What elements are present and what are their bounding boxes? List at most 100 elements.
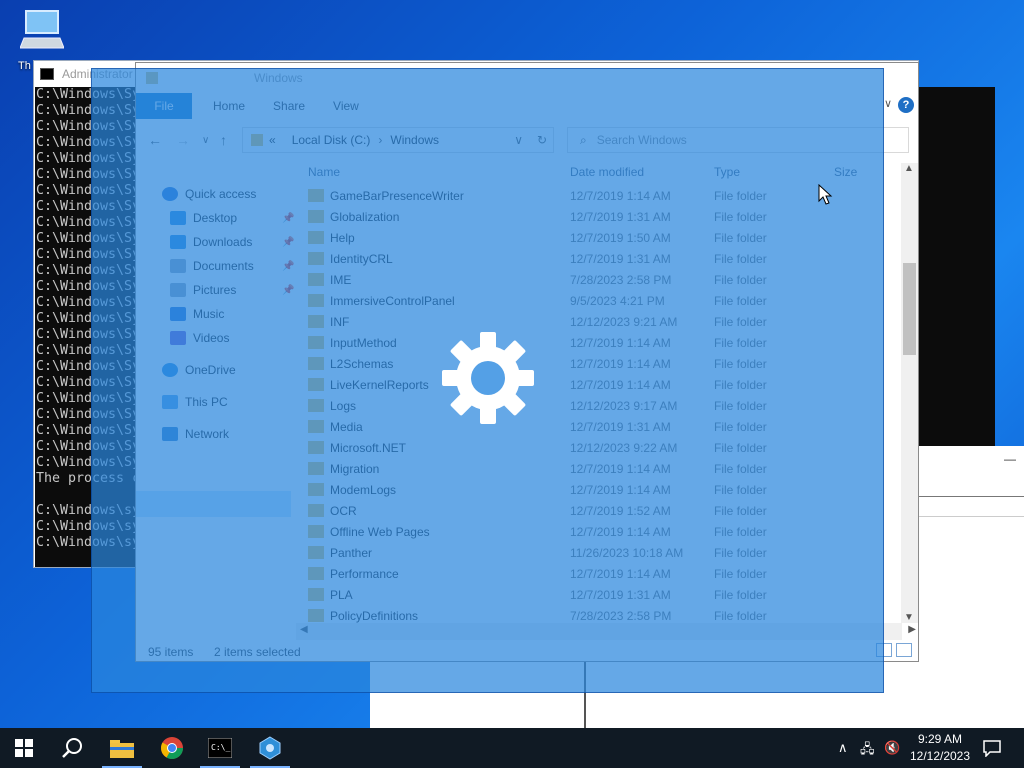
breadcrumb-local-disk[interactable]: Local Disk (C:) <box>292 133 371 147</box>
folder-icon <box>308 588 324 601</box>
minimize-button[interactable]: — <box>1004 452 1016 466</box>
maximize-button[interactable]: ☐ <box>826 63 872 93</box>
file-row[interactable]: LiveKernelReports 12/7/2019 1:14 AM File f… <box>306 374 896 395</box>
scroll-left-icon[interactable]: ◀ <box>300 624 308 635</box>
file-row[interactable]: Panther 11/26/2023 10:18 AM File folder <box>306 542 896 563</box>
file-type: File folder <box>714 398 767 413</box>
file-date-modified: 12/7/2019 1:14 AM <box>570 188 671 203</box>
file-list: GameBarPresenceWriter 12/7/2019 1:14 AM Fi… <box>306 185 896 625</box>
forward-arrow-icon[interactable]: → <box>176 132 190 148</box>
nav-item-music[interactable]: Music <box>170 307 224 321</box>
scroll-up-icon[interactable]: ▲ <box>904 163 914 174</box>
taskbar-chrome[interactable] <box>148 728 196 768</box>
search-button[interactable] <box>48 728 96 768</box>
file-row[interactable]: Migration 12/7/2019 1:14 AM File folder <box>306 458 896 479</box>
file-name: ModemLogs <box>330 482 397 497</box>
search-input[interactable]: Search Windows <box>597 133 687 147</box>
cloud-icon <box>162 363 178 377</box>
computer-icon <box>162 395 178 409</box>
folder-icon <box>308 567 324 580</box>
file-row[interactable]: PLA 12/7/2019 1:31 AM File folder <box>306 584 896 605</box>
scroll-right-icon[interactable]: ▶ <box>908 624 916 635</box>
file-name: Media <box>330 419 363 434</box>
nav-item-this-pc[interactable]: This PC <box>162 395 228 409</box>
file-row[interactable]: ImmersiveControlPanel 9/5/2023 4:21 PM Fil… <box>306 290 896 311</box>
back-arrow-icon[interactable]: ← <box>148 132 162 148</box>
file-name: PLA <box>330 587 353 602</box>
file-row[interactable]: Microsoft.NET 12/12/2023 9:22 AM File fold… <box>306 437 896 458</box>
file-row[interactable]: Help 12/7/2019 1:50 AM File folder <box>306 227 896 248</box>
breadcrumb-windows[interactable]: Windows <box>390 133 439 147</box>
file-row[interactable]: Logs 12/12/2023 9:17 AM File folder <box>306 395 896 416</box>
address-bar[interactable]: « Local Disk (C:) › Windows ∨ ↻ <box>242 127 554 153</box>
details-view-icon[interactable] <box>876 643 892 657</box>
file-row[interactable]: Performance 12/7/2019 1:14 AM File folder <box>306 563 896 584</box>
chevron-up-icon[interactable]: ∧ <box>838 740 848 756</box>
action-center-button[interactable] <box>968 728 1016 768</box>
up-arrow-icon[interactable]: ↑ <box>220 132 227 148</box>
column-type[interactable]: Type <box>714 165 740 179</box>
file-name: Offline Web Pages <box>330 524 430 539</box>
help-icon[interactable]: ? <box>898 97 914 113</box>
close-button[interactable]: ✕ <box>872 63 918 93</box>
downloads-folder-icon <box>170 235 186 249</box>
scroll-down-icon[interactable]: ▼ <box>904 612 914 623</box>
taskbar-file-explorer[interactable] <box>98 728 146 768</box>
refresh-icon[interactable]: ↻ <box>537 133 547 147</box>
tab-home[interactable]: Home <box>206 99 252 113</box>
taskbar-network-tool[interactable] <box>246 728 294 768</box>
tab-share[interactable]: Share <box>266 99 312 113</box>
window-title: Windows <box>254 71 303 85</box>
nav-item-onedrive[interactable]: OneDrive <box>162 363 236 377</box>
network-status-icon[interactable]: 🖧 <box>860 740 875 762</box>
file-tab[interactable]: File <box>136 93 192 119</box>
large-icons-view-icon[interactable] <box>896 643 912 657</box>
file-row[interactable]: GameBarPresenceWriter 12/7/2019 1:14 AM Fi… <box>306 185 896 206</box>
file-date-modified: 12/7/2019 1:31 AM <box>570 209 671 224</box>
nav-item-network[interactable]: Network <box>162 427 229 441</box>
column-name[interactable]: Name <box>308 165 340 179</box>
address-overflow[interactable]: « <box>269 133 276 147</box>
file-name: ImmersiveControlPanel <box>330 293 455 308</box>
search-box[interactable]: ⌕ Search Windows <box>567 127 909 153</box>
folder-icon <box>308 336 324 349</box>
file-row[interactable]: ModemLogs 12/7/2019 1:14 AM File folder <box>306 479 896 500</box>
nav-item-documents[interactable]: Documents 📌 <box>170 259 294 273</box>
file-row[interactable]: OCR 12/7/2019 1:52 AM File folder <box>306 500 896 521</box>
pin-icon: 📌 <box>282 236 295 248</box>
quick-access-toolbar-icon[interactable] <box>146 72 158 84</box>
file-type: File folder <box>714 419 767 434</box>
nav-item-downloads[interactable]: Downloads 📌 <box>170 235 294 249</box>
minimize-button[interactable]: — <box>780 63 826 93</box>
taskbar-cmd[interactable]: C:\_ <box>196 728 244 768</box>
file-row[interactable]: L2Schemas 12/7/2019 1:14 AM File folder <box>306 353 896 374</box>
nav-item-desktop[interactable]: Desktop 📌 <box>170 211 294 225</box>
file-row[interactable]: Media 12/7/2019 1:31 AM File folder <box>306 416 896 437</box>
vertical-scrollbar[interactable]: ▲ ▼ <box>901 163 918 623</box>
nav-item-pictures[interactable]: Pictures 📌 <box>170 283 294 297</box>
file-row[interactable]: IdentityCRL 12/7/2019 1:31 AM File folder <box>306 248 896 269</box>
start-button[interactable] <box>0 728 48 768</box>
clock[interactable]: 9:29 AM 12/12/2023 <box>902 731 978 765</box>
file-row[interactable]: Offline Web Pages 12/7/2019 1:14 AM File f… <box>306 521 896 542</box>
tab-view[interactable]: View <box>326 99 366 113</box>
scroll-thumb[interactable] <box>903 263 916 355</box>
search-icon <box>62 738 82 758</box>
horizontal-scrollbar[interactable]: ◀ ▶ <box>296 623 916 640</box>
nav-item-label: Videos <box>193 331 230 345</box>
file-row[interactable]: IME 7/28/2023 2:58 PM File folder <box>306 269 896 290</box>
chevron-down-icon[interactable]: ∨ <box>884 97 892 110</box>
nav-item-label: This PC <box>185 395 228 409</box>
file-row[interactable]: Globalization 12/7/2019 1:31 AM File folde… <box>306 206 896 227</box>
column-size[interactable]: Size <box>834 165 857 179</box>
column-date-modified[interactable]: Date modified <box>570 165 644 179</box>
nav-item-quick-access[interactable]: Quick access <box>162 187 256 201</box>
file-date-modified: 12/12/2023 9:21 AM <box>570 314 678 329</box>
file-row[interactable]: INF 12/12/2023 9:21 AM File folder <box>306 311 896 332</box>
recent-locations-icon[interactable]: ∨ <box>202 135 209 146</box>
file-row[interactable]: InputMethod 12/7/2019 1:14 AM File folder <box>306 332 896 353</box>
volume-muted-icon[interactable]: 🔇 <box>884 740 900 756</box>
nav-item-videos[interactable]: Videos <box>170 331 229 345</box>
chevron-down-icon[interactable]: ∨ <box>514 133 523 147</box>
file-name: IdentityCRL <box>330 251 393 266</box>
